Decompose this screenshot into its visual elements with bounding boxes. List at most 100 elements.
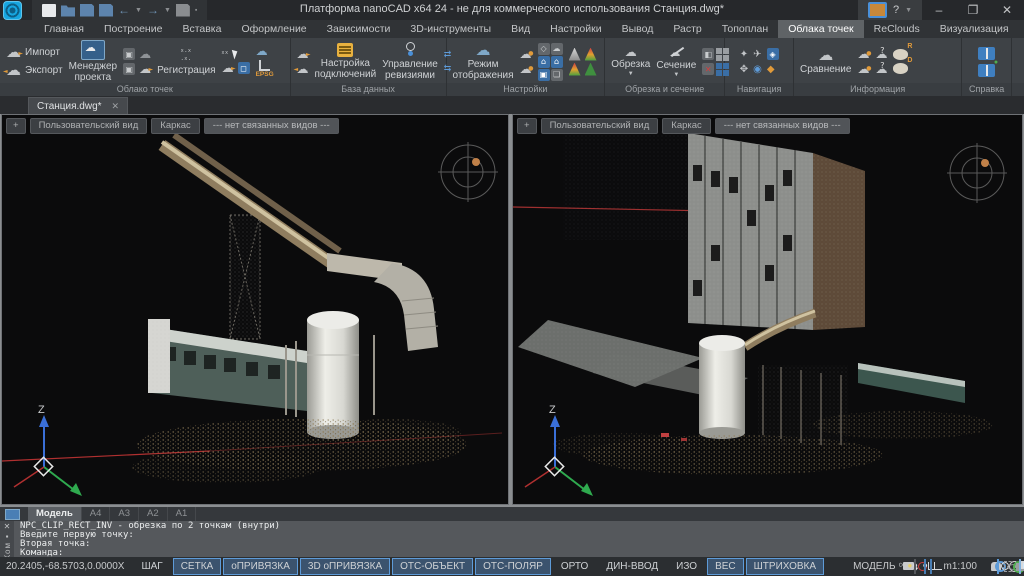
pick-cursor-icon[interactable]: [232, 49, 239, 60]
cloud-geo-icon[interactable]: ☁: [256, 45, 274, 57]
orbit-nav-icon[interactable]: ◉: [753, 63, 762, 76]
bounding-box-icon[interactable]: ◇: [538, 43, 550, 55]
import-button[interactable]: ☁ Импорт: [6, 45, 63, 60]
left-viewport-canvas[interactable]: Z: [2, 115, 508, 504]
cloud-solid-icon[interactable]: ☁: [139, 48, 151, 60]
restore-button[interactable]: ❐: [956, 0, 990, 20]
delete-clip-icon[interactable]: ✕: [702, 63, 714, 75]
status-toggle[interactable]: ОТС-ОБЪЕКТ: [392, 558, 473, 575]
status-toggle[interactable]: ВЕС: [707, 558, 744, 575]
ribbon-tab[interactable]: Облака точек: [778, 20, 863, 38]
visual-style-button[interactable]: Каркас: [151, 118, 200, 134]
command-panel-pin-icon[interactable]: ▪: [6, 532, 9, 541]
cloud-toggle-icon[interactable]: ☁: [551, 43, 563, 55]
ucs-dynamic-icon[interactable]: [930, 559, 932, 574]
ribbon-tab[interactable]: Оформление: [231, 20, 316, 38]
clip-button[interactable]: ☁ Обрезка ▼: [611, 46, 650, 77]
status-toggle[interactable]: оПРИВЯЗКА: [223, 558, 298, 575]
layout-list-icon[interactable]: [5, 509, 20, 520]
cloud-download-icon[interactable]: ☁: [297, 63, 309, 75]
status-toggle[interactable]: ШАГ: [133, 558, 170, 575]
qat-pin-icon[interactable]: ▪: [195, 4, 197, 17]
compare-button[interactable]: ☁ Сравнение: [800, 48, 851, 75]
help-book-icon[interactable]: [978, 47, 995, 60]
ribbon-tab[interactable]: Визуализация: [930, 20, 1019, 38]
cloud-light-2-icon[interactable]: ☁: [520, 63, 532, 75]
cloud-transfer-icon[interactable]: ☁: [139, 63, 151, 75]
command-history[interactable]: NPC_CLIP_RECT_INV - обрезка по 2 точкам …: [14, 521, 1024, 557]
new-file-icon[interactable]: [42, 4, 56, 17]
undo-dropdown-icon[interactable]: ▼: [135, 4, 142, 17]
layout-tab-sheet[interactable]: A3: [110, 507, 139, 521]
visual-style-button[interactable]: Каркас: [662, 118, 711, 134]
layout-tab-model[interactable]: Модель: [28, 507, 82, 521]
ribbon-tab[interactable]: Вид: [501, 20, 540, 38]
fullscreen-icon[interactable]: [1019, 559, 1021, 574]
close-button[interactable]: ✕: [990, 0, 1024, 20]
pan-nav-icon[interactable]: ✥: [740, 63, 748, 76]
layout-tab-sheet[interactable]: A4: [82, 507, 111, 521]
redo-icon[interactable]: →: [147, 4, 159, 17]
right-viewport-canvas[interactable]: Z: [513, 115, 1022, 504]
points-frame-icon[interactable]: ˣˣ: [222, 50, 229, 58]
undo-icon[interactable]: ←: [118, 4, 130, 17]
ribbon-tab[interactable]: 3D-инструменты: [400, 20, 501, 38]
ribbon-tab[interactable]: Главная: [34, 20, 94, 38]
tree-elevation-icon[interactable]: [585, 48, 597, 61]
ribbon-tab[interactable]: Построение: [94, 20, 172, 38]
open-file-icon[interactable]: [61, 4, 75, 17]
folder-cloud-icon[interactable]: ▣: [123, 48, 135, 60]
layers-icon[interactable]: ❏: [551, 69, 563, 81]
cloud-upload-icon[interactable]: ☁: [297, 48, 309, 60]
print-icon[interactable]: [176, 4, 190, 17]
status-toggle[interactable]: ДИН-ВВОД: [598, 558, 666, 575]
database-r-icon[interactable]: R: [893, 49, 908, 60]
status-toggle[interactable]: СЕТКА: [173, 558, 222, 575]
ribbon-tab[interactable]: Топоплан: [712, 20, 778, 38]
viewport-left[interactable]: Z + Пользовательский вид Каркас --- нет …: [1, 114, 509, 505]
help-dropdown-icon[interactable]: ▼: [905, 4, 912, 17]
epsg-button[interactable]: EPSG: [256, 60, 274, 78]
redo-dropdown-icon[interactable]: ▼: [164, 4, 171, 17]
document-tab-close-icon[interactable]: ✕: [112, 101, 120, 112]
ribbon-tab[interactable]: Настройки: [540, 20, 612, 38]
nanocad-logo-icon[interactable]: [3, 1, 22, 20]
status-toggle[interactable]: ШТРИХОВКА: [746, 558, 824, 575]
ribbon-tab[interactable]: Вставка: [172, 20, 231, 38]
model-space-label[interactable]: МОДЕЛЬ: [853, 561, 895, 572]
export-button[interactable]: ☁ Экспорт: [6, 63, 63, 78]
section-button[interactable]: Сечение ▼: [656, 45, 696, 78]
database-d-icon[interactable]: D: [893, 63, 908, 74]
zoom-window-icon[interactable]: [997, 559, 999, 574]
sync-down-icon[interactable]: ⇆: [444, 62, 452, 75]
viewport-right[interactable]: Z + Пользовательский вид Каркас --- нет …: [512, 114, 1023, 505]
command-panel-close-icon[interactable]: ✕: [4, 522, 11, 531]
connection-settings-button[interactable]: Настройка подключений: [315, 43, 377, 80]
view-settings-icon[interactable]: ◈: [767, 48, 779, 60]
cloud-query-icon[interactable]: ☁: [875, 48, 887, 60]
layout-tab-sheet[interactable]: A2: [139, 507, 168, 521]
document-tab[interactable]: Станция.dwg* ✕: [28, 97, 128, 114]
ucs-toggle-icon[interactable]: [924, 559, 926, 574]
cloud-align-icon[interactable]: ☁: [222, 62, 234, 74]
linked-views-button[interactable]: --- нет связанных видов ---: [204, 118, 339, 134]
walk-icon[interactable]: ✦: [740, 48, 748, 61]
viewport-plus-button[interactable]: +: [517, 118, 537, 134]
project-manager-button[interactable]: Менеджер проекта: [69, 40, 118, 83]
annotation-scale[interactable]: m1:100: [944, 561, 977, 572]
display-mode-button[interactable]: ☁ Режим отображения: [453, 43, 514, 81]
locate-icon[interactable]: ◆: [767, 63, 775, 76]
revision-management-button[interactable]: Управление ревизиями: [382, 42, 438, 81]
status-toggle[interactable]: ОРТО: [553, 558, 596, 575]
cloud-point-info-2-icon[interactable]: ☁: [857, 63, 869, 75]
ribbon-tab[interactable]: Растр: [663, 20, 711, 38]
ribbon-tab[interactable]: Зависимости: [317, 20, 401, 38]
online-help-book-icon[interactable]: [978, 64, 995, 77]
cloud-light-icon[interactable]: ☁: [520, 48, 532, 60]
save-icon[interactable]: [80, 4, 94, 17]
viewport-plus-button[interactable]: +: [6, 118, 26, 134]
home-view-icon[interactable]: ⌂: [538, 56, 550, 68]
minimize-button[interactable]: –: [922, 0, 956, 20]
tree-intensity-icon[interactable]: [569, 48, 581, 61]
image-plane-icon[interactable]: ▣: [538, 69, 550, 81]
